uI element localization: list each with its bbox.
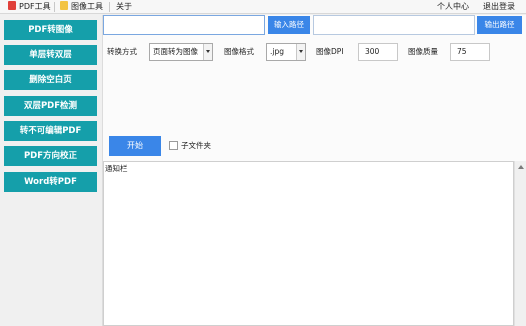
- tab-divider: [54, 2, 55, 12]
- subfolder-label: 子文件夹: [181, 141, 211, 150]
- image-format-value: .jpg: [270, 47, 284, 56]
- image-quality-label: 图像质量: [408, 47, 438, 56]
- chevron-down-icon: [296, 44, 305, 60]
- tab-divider: [109, 2, 110, 12]
- logout-link[interactable]: 退出登录: [483, 0, 515, 14]
- sidebar-item-delete-blank-pages[interactable]: 删除空白页: [4, 70, 97, 90]
- sidebar-item-double-layer-check[interactable]: 双层PDF检测: [4, 96, 97, 116]
- start-button[interactable]: 开始: [109, 136, 161, 156]
- sidebar-item-pdf-orientation[interactable]: PDF方向校正: [4, 146, 97, 166]
- image-dpi-input[interactable]: 300: [358, 43, 398, 61]
- tab-pdf-tools-label: PDF工具: [19, 2, 51, 11]
- menu-bar: PDF工具 图像工具 关于 个人中心 退出登录: [0, 0, 526, 14]
- image-format-label: 图像格式: [224, 47, 254, 56]
- sidebar-item-pdf-to-image[interactable]: PDF转图像: [4, 20, 97, 40]
- tab-about[interactable]: 关于: [116, 0, 132, 14]
- chevron-down-icon: [203, 44, 212, 60]
- input-path-button[interactable]: 输入路径: [268, 16, 310, 34]
- vertical-scrollbar[interactable]: [514, 161, 526, 326]
- image-folder-icon: [60, 1, 68, 10]
- convert-mode-value: 页面转为图像: [153, 47, 198, 56]
- image-quality-input[interactable]: 75: [450, 43, 490, 61]
- convert-mode-select[interactable]: 页面转为图像: [149, 43, 213, 61]
- output-path-button[interactable]: 输出路径: [477, 16, 522, 34]
- sidebar-item-non-editable-pdf[interactable]: 转不可编辑PDF: [4, 121, 97, 141]
- image-dpi-label: 图像DPI: [316, 47, 344, 56]
- notification-area[interactable]: 通知栏: [103, 161, 514, 326]
- notification-label: 通知栏: [105, 164, 128, 173]
- sidebar-item-single-to-double-layer[interactable]: 单层转双层: [4, 45, 97, 65]
- tab-about-label: 关于: [116, 2, 132, 11]
- user-center-link[interactable]: 个人中心: [437, 0, 469, 14]
- image-format-select[interactable]: .jpg: [266, 43, 306, 61]
- tab-pdf-tools[interactable]: PDF工具: [8, 0, 51, 14]
- tab-image-tools-label: 图像工具: [71, 2, 103, 11]
- sidebar-item-word-to-pdf[interactable]: Word转PDF: [4, 172, 97, 192]
- tab-image-tools[interactable]: 图像工具: [60, 0, 103, 14]
- subfolder-checkbox[interactable]: [169, 141, 178, 150]
- output-path-field[interactable]: [313, 15, 475, 35]
- input-path-field[interactable]: [103, 15, 265, 35]
- scroll-up-arrow-icon[interactable]: [515, 161, 526, 173]
- pdf-file-icon: [8, 1, 16, 10]
- convert-mode-label: 转换方式: [107, 47, 137, 56]
